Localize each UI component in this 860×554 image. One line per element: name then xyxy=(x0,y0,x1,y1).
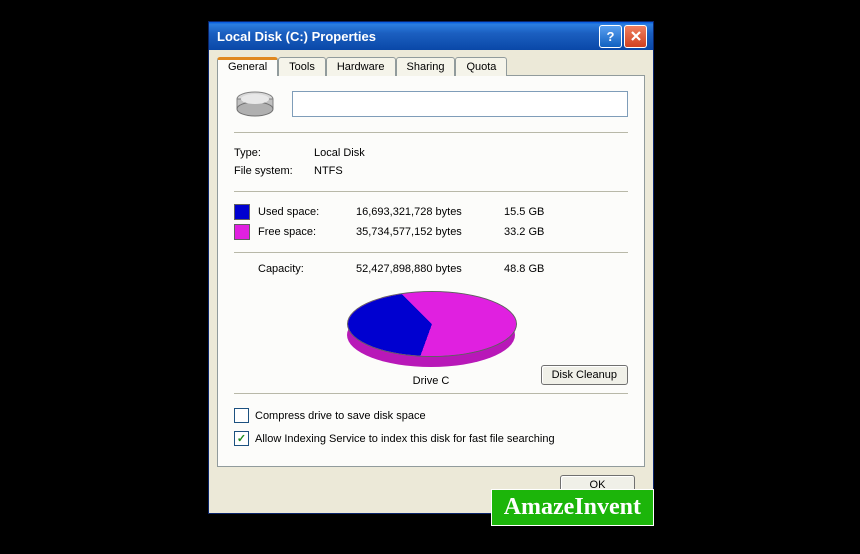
dialog-content: General Tools Hardware Sharing Quota Typ… xyxy=(209,50,653,513)
compress-row: Compress drive to save disk space xyxy=(234,408,628,423)
titlebar-buttons: ? xyxy=(599,25,647,48)
hard-drive-icon xyxy=(234,90,276,118)
used-swatch-icon xyxy=(234,204,250,220)
tab-hardware[interactable]: Hardware xyxy=(326,57,396,76)
space-section: Used space: 16,693,321,728 bytes 15.5 GB… xyxy=(234,192,628,253)
capacity-gb: 48.8 GB xyxy=(504,263,564,275)
used-bytes: 16,693,321,728 bytes xyxy=(356,206,496,218)
tab-strip: General Tools Hardware Sharing Quota xyxy=(217,57,645,76)
capacity-section: Capacity: 52,427,898,880 bytes 48.8 GB D… xyxy=(234,263,628,385)
cleanup-row: Disk Cleanup xyxy=(234,365,628,385)
close-icon xyxy=(630,30,642,42)
used-gb: 15.5 GB xyxy=(504,206,564,218)
free-label: Free space: xyxy=(258,226,348,238)
tab-quota[interactable]: Quota xyxy=(455,57,507,76)
capacity-row: Capacity: 52,427,898,880 bytes 48.8 GB xyxy=(234,263,628,275)
tab-panel-general: Type: Local Disk File system: NTFS Used … xyxy=(217,75,645,467)
free-gb: 33.2 GB xyxy=(504,226,564,238)
indexing-checkbox[interactable]: ✓ xyxy=(234,431,249,446)
indexing-label: Allow Indexing Service to index this dis… xyxy=(255,433,555,445)
capacity-label: Capacity: xyxy=(258,263,348,275)
close-button[interactable] xyxy=(624,25,647,48)
options-section: Compress drive to save disk space ✓ Allo… xyxy=(234,393,628,446)
drive-header-row xyxy=(234,90,628,133)
disk-usage-pie-chart xyxy=(341,287,521,367)
capacity-bytes: 52,427,898,880 bytes xyxy=(356,263,496,275)
indexing-row: ✓ Allow Indexing Service to index this d… xyxy=(234,431,628,446)
help-button[interactable]: ? xyxy=(599,25,622,48)
free-space-row: Free space: 35,734,577,152 bytes 33.2 GB xyxy=(234,224,628,240)
drive-name-input[interactable] xyxy=(292,91,628,117)
tab-sharing[interactable]: Sharing xyxy=(396,57,456,76)
type-fs-section: Type: Local Disk File system: NTFS xyxy=(234,133,628,192)
type-value: Local Disk xyxy=(314,147,365,159)
properties-dialog: Local Disk (C:) Properties ? General Too… xyxy=(208,21,654,514)
tab-general[interactable]: General xyxy=(217,57,278,76)
compress-label: Compress drive to save disk space xyxy=(255,410,426,422)
free-bytes: 35,734,577,152 bytes xyxy=(356,226,496,238)
type-row: Type: Local Disk xyxy=(234,147,628,159)
fs-row: File system: NTFS xyxy=(234,165,628,177)
used-label: Used space: xyxy=(258,206,348,218)
tab-tools[interactable]: Tools xyxy=(278,57,326,76)
fs-value: NTFS xyxy=(314,165,343,177)
disk-cleanup-button[interactable]: Disk Cleanup xyxy=(541,365,628,385)
used-space-row: Used space: 16,693,321,728 bytes 15.5 GB xyxy=(234,204,628,220)
compress-checkbox[interactable] xyxy=(234,408,249,423)
watermark-badge: AmazeInvent xyxy=(491,489,654,526)
type-label: Type: xyxy=(234,147,304,159)
fs-label: File system: xyxy=(234,165,304,177)
free-swatch-icon xyxy=(234,224,250,240)
window-title: Local Disk (C:) Properties xyxy=(217,29,599,44)
titlebar[interactable]: Local Disk (C:) Properties ? xyxy=(209,22,653,50)
